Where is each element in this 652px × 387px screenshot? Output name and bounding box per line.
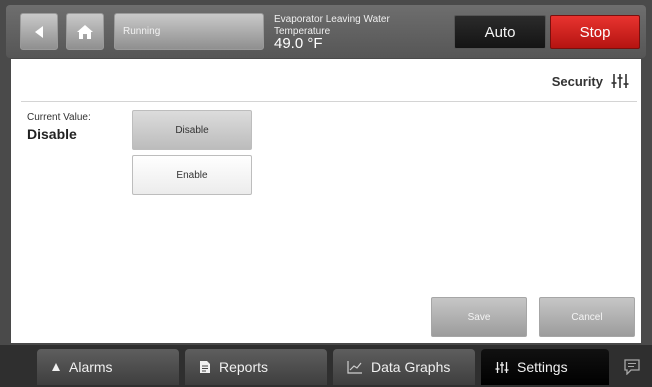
chat-bubble-icon: [623, 359, 641, 375]
messages-button[interactable]: [617, 351, 647, 383]
line-chart-icon: [347, 360, 363, 374]
auto-button[interactable]: Auto: [454, 15, 546, 49]
sliders-icon: [495, 361, 509, 374]
bottom-nav: Alarms Reports Data Graphs Settings: [0, 345, 652, 387]
page-title: Security: [551, 73, 603, 89]
stop-button[interactable]: Stop: [550, 15, 640, 49]
tab-reports-label: Reports: [219, 359, 269, 375]
unit-status: Running: [114, 13, 264, 50]
enable-option-button[interactable]: Enable: [132, 155, 252, 195]
bell-icon: [51, 362, 61, 372]
cancel-button[interactable]: Cancel: [539, 297, 635, 337]
current-value: Disable: [27, 126, 77, 142]
tab-reports[interactable]: Reports: [185, 349, 327, 385]
current-value-label: Current Value:: [27, 112, 91, 123]
tab-settings[interactable]: Settings: [481, 349, 609, 385]
back-arrow-icon: [33, 25, 45, 39]
save-button[interactable]: Save: [431, 297, 527, 337]
ewt-value: 49.0 °F: [274, 35, 323, 52]
home-button[interactable]: [66, 13, 104, 50]
title-divider: [21, 101, 637, 102]
panel-header: Security: [552, 73, 629, 89]
evap-leaving-water-temp: Evaporator Leaving Water Temperature 49.…: [274, 14, 424, 52]
tab-settings-label: Settings: [517, 359, 568, 375]
document-icon: [199, 360, 211, 374]
home-icon: [76, 24, 94, 40]
tab-alarms[interactable]: Alarms: [37, 349, 179, 385]
tab-data-graphs-label: Data Graphs: [371, 359, 451, 375]
tab-alarms-label: Alarms: [69, 359, 113, 375]
tab-data-graphs[interactable]: Data Graphs: [333, 349, 475, 385]
disable-option-button[interactable]: Disable: [132, 110, 252, 150]
settings-panel: Security Current Value: Disable Disable …: [11, 59, 641, 343]
sliders-icon: [611, 73, 629, 89]
header-bar: Running Evaporator Leaving Water Tempera…: [6, 5, 646, 58]
back-button[interactable]: [20, 13, 58, 50]
